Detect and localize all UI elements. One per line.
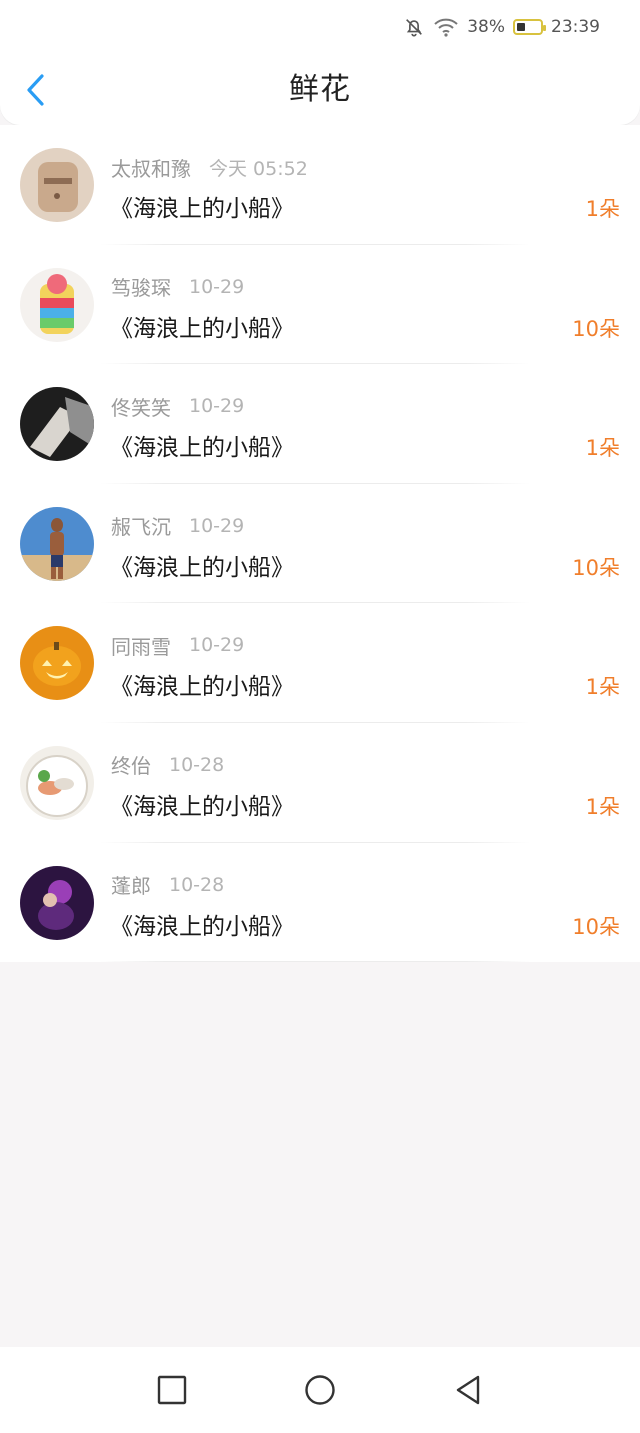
home-button[interactable] [297,1367,343,1413]
page-title: 鲜花 [289,72,351,107]
name-line: 佟笑笑 10-29 [111,392,244,420]
list-item[interactable]: 佟笑笑 10-29 《海浪上的小船》 1朵 [0,364,640,484]
divider [100,961,530,963]
system-nav-bar [0,1347,640,1433]
battery-percent: 38% [467,17,505,37]
work-title: 《海浪上的小船》 [110,793,294,820]
work-title: 《海浪上的小船》 [110,435,294,462]
work-title: 《海浪上的小船》 [110,196,294,222]
page: 38% 23:39 鲜花 太叔和豫 今天 05:52 《海浪上的小船》 1朵 笃… [0,0,640,1433]
clock: 23:39 [551,17,600,37]
user-name: 佟笑笑 [111,395,171,420]
user-name: 同雨雪 [111,634,171,659]
user-name: 笃骏琛 [111,276,171,301]
user-name: 蓬郎 [111,874,151,899]
gift-time: 10-29 [189,275,245,298]
avatar[interactable] [20,387,94,462]
flower-gift-list: 太叔和豫 今天 05:52 《海浪上的小船》 1朵 笃骏琛 10-29 《海浪上… [0,125,640,963]
avatar[interactable] [20,626,94,701]
name-line: 蓬郎 10-28 [111,871,224,899]
square-recents-icon [157,1375,187,1405]
flower-count: 1朵 [585,794,620,819]
avatar[interactable] [20,506,94,581]
work-title: 《海浪上的小船》 [110,554,294,581]
avatar[interactable] [20,267,94,342]
name-line: 赧飞沉 10-29 [111,512,244,540]
wifi-icon [433,17,459,37]
list-item[interactable]: 笃骏琛 10-29 《海浪上的小船》 10朵 [0,245,640,365]
gift-time: 10-29 [189,514,245,537]
name-line: 笃骏琛 10-29 [111,273,244,301]
user-name: 太叔和豫 [111,156,191,181]
user-name: 终佁 [111,754,151,779]
avatar[interactable] [20,148,94,222]
flower-count: 1朵 [585,436,620,461]
name-line: 终佁 10-28 [111,751,224,779]
work-title: 《海浪上的小船》 [110,913,294,940]
name-line: 同雨雪 10-29 [111,631,244,659]
avatar[interactable] [20,865,94,940]
battery-level [517,23,525,31]
flower-count: 10朵 [572,316,620,341]
list-item[interactable]: 同雨雪 10-29 《海浪上的小船》 1朵 [0,603,640,723]
gift-time: 10-28 [169,753,225,776]
battery-icon [513,19,546,35]
gift-time: 今天 05:52 [209,157,308,180]
gift-time: 10-29 [189,395,245,418]
work-title: 《海浪上的小船》 [110,674,294,701]
list-item[interactable]: 太叔和豫 今天 05:52 《海浪上的小船》 1朵 [0,125,640,245]
triangle-back-icon [456,1375,480,1405]
header: 38% 23:39 鲜花 [0,0,640,125]
flower-count: 10朵 [572,555,620,580]
work-title: 《海浪上的小船》 [110,315,294,342]
flower-count: 1朵 [585,675,620,700]
nav-back-button[interactable] [445,1367,491,1413]
avatar[interactable] [20,745,94,820]
list-item[interactable]: 终佁 10-28 《海浪上的小船》 1朵 [0,723,640,843]
name-line: 太叔和豫 今天 05:52 [111,153,308,181]
flower-count: 1朵 [585,197,620,221]
gift-time: 10-28 [169,873,225,896]
user-name: 赧飞沉 [111,515,171,540]
gift-time: 10-29 [189,634,245,657]
status-bar: 38% 23:39 [403,14,600,40]
bell-muted-icon [403,16,425,38]
flower-count: 10朵 [572,914,620,939]
list-item[interactable]: 蓬郎 10-28 《海浪上的小船》 10朵 [0,843,640,963]
recents-button[interactable] [149,1367,195,1413]
circle-home-icon [305,1375,335,1405]
list-item[interactable]: 赧飞沉 10-29 《海浪上的小船》 10朵 [0,484,640,604]
